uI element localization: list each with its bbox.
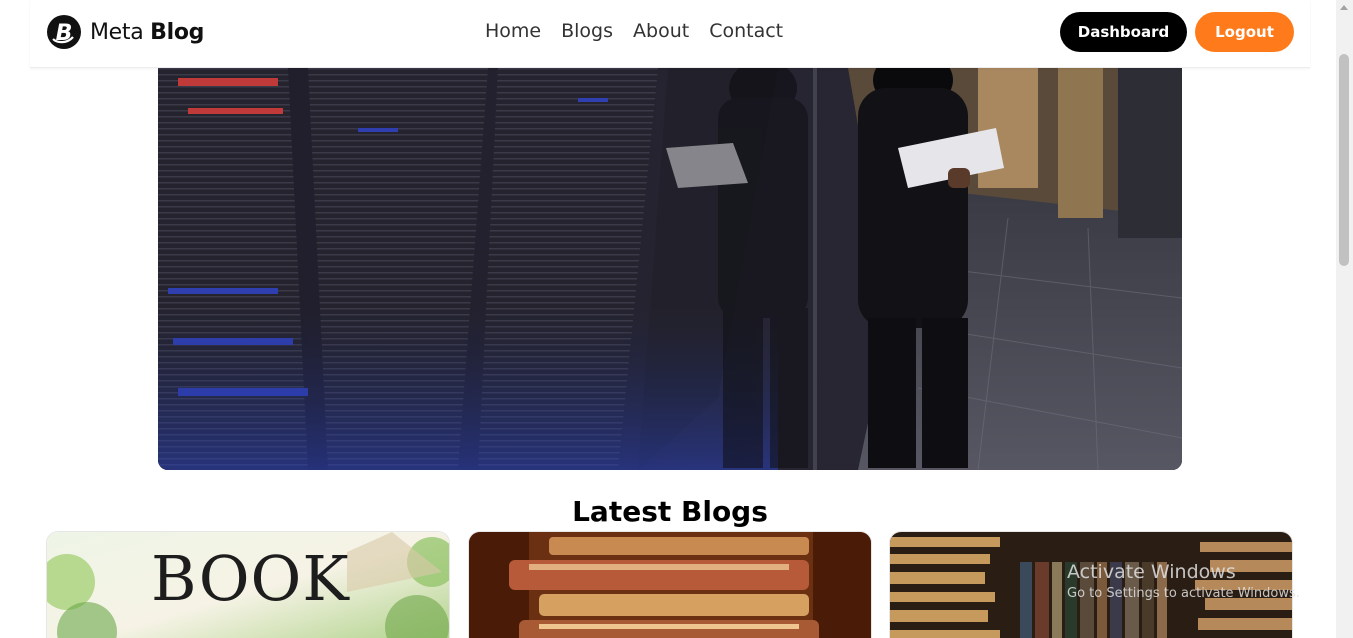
main-nav: Home Blogs About Contact xyxy=(485,20,783,42)
page-scrollbar[interactable] xyxy=(1336,0,1353,638)
blog-card[interactable] xyxy=(468,531,872,638)
site-name-prefix: Meta xyxy=(90,19,144,45)
site-name-bold: Blog xyxy=(150,19,205,45)
latest-blogs-heading: Latest Blogs xyxy=(572,495,768,528)
nav-about[interactable]: About xyxy=(633,20,689,42)
watermark-title: Activate Windows xyxy=(1067,561,1236,583)
site-logo[interactable]: B Meta Blog xyxy=(45,13,204,51)
site-name: Meta Blog xyxy=(90,20,204,45)
hero-illustration xyxy=(158,68,1182,470)
hero-image xyxy=(158,68,1182,470)
site-header: B Meta Blog Home Blogs About Contact Das… xyxy=(30,0,1310,68)
scrollbar-thumb[interactable] xyxy=(1339,54,1349,266)
scroll-up-arrow-icon[interactable] xyxy=(1340,5,1348,10)
card-image-text: BOOK xyxy=(151,542,350,615)
dashboard-button[interactable]: Dashboard xyxy=(1060,12,1187,52)
logout-button[interactable]: Logout xyxy=(1195,12,1294,52)
blog-card-image xyxy=(469,532,871,638)
nav-blogs[interactable]: Blogs xyxy=(561,20,613,42)
watermark-subtitle: Go to Settings to activate Windows. xyxy=(1067,586,1300,601)
logo-mark-letter: B xyxy=(56,21,73,46)
blog-card[interactable]: BOOK xyxy=(46,531,450,638)
blog-logo-icon: B xyxy=(47,15,81,49)
nav-home[interactable]: Home xyxy=(485,20,541,42)
windows-activation-watermark: Activate Windows Go to Settings to activ… xyxy=(1067,561,1300,601)
nav-contact[interactable]: Contact xyxy=(709,20,783,42)
